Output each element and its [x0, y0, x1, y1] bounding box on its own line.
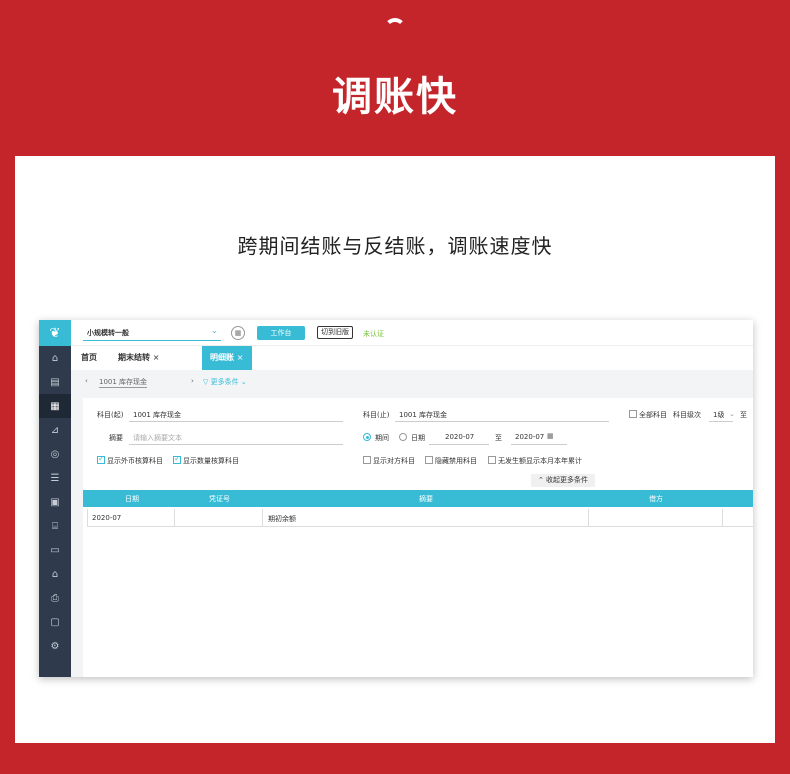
cell-divider — [262, 509, 263, 527]
field-underline — [129, 444, 343, 445]
sidebar: ❦ ⌂ ▤ ▦ ⊿ ◎ ☰ ▣ ⌸ ▭ ⌂ ⎙ ▢ ⚙ — [39, 320, 71, 677]
show-counter-checkbox[interactable] — [363, 456, 371, 464]
subject-from-label: 科目(起) — [97, 411, 124, 419]
more-filters-label: 更多条件 — [210, 378, 239, 386]
filter-panel: 科目(起) 1001 库存现金 科目(止) 1001 库存现金 全部科目 科目级… — [83, 398, 753, 677]
period-to-field[interactable]: 2020-07 — [515, 433, 544, 441]
collapse-filters-label: 收起更多条件 — [546, 476, 589, 484]
top-bar: 小规模转一般 ⌄ ▦ 工作台 切到旧版 未认证 — [71, 320, 753, 346]
period-from-field[interactable]: 2020-07 — [445, 433, 474, 441]
app-screenshot: ❦ ⌂ ▤ ▦ ⊿ ◎ ☰ ▣ ⌸ ▭ ⌂ ⎙ ▢ ⚙ 小规模转一般 ⌄ ▦ 工… — [39, 320, 753, 677]
report-icon[interactable]: ▣ — [39, 490, 71, 514]
chevron-down-icon[interactable]: ⌄ — [729, 410, 735, 418]
top-arc-ornament — [384, 18, 406, 40]
tab-period-end[interactable]: 期末结转 × — [118, 346, 160, 370]
field-underline — [395, 421, 609, 422]
tab-detail-ledger[interactable]: 明细账 × — [202, 346, 252, 370]
chevron-up-icon: ⌃ — [537, 476, 544, 484]
switch-old-version-button[interactable]: 切到旧版 — [317, 326, 353, 339]
wallet-icon[interactable]: ▭ — [39, 538, 71, 562]
voucher-icon[interactable]: ▤ — [39, 370, 71, 394]
all-subjects-checkbox[interactable] — [629, 410, 637, 418]
period-separator: 至 — [495, 434, 502, 442]
field-underline — [511, 444, 567, 445]
column-header-summary: 摘要 — [419, 495, 433, 503]
column-header-voucher: 凭证号 — [209, 495, 230, 503]
column-header-date: 日期 — [125, 495, 139, 503]
close-icon[interactable]: × — [153, 353, 160, 362]
column-header-debit: 借方 — [649, 495, 663, 503]
date-radio[interactable] — [399, 433, 407, 441]
database-icon[interactable]: ☰ — [39, 466, 71, 490]
chart-icon[interactable]: ⊿ — [39, 418, 71, 442]
calculator-icon[interactable]: ▦ — [231, 326, 245, 340]
show-foreign-checkbox[interactable] — [97, 454, 105, 464]
print-icon[interactable]: ⎙ — [39, 586, 71, 610]
tab-bar: 首页 期末结转 × 明细账 × — [71, 346, 753, 370]
tab-home[interactable]: 首页 — [81, 346, 97, 370]
uncertified-status[interactable]: 未认证 — [363, 329, 384, 339]
subject-to-field[interactable]: 1001 库存现金 — [399, 410, 447, 420]
level-label: 科目级次 — [673, 411, 701, 419]
tab-label: 明细账 — [210, 353, 234, 362]
more-filters-link[interactable]: ▽ 更多条件 ⌄ — [203, 377, 247, 387]
date-label: 日期 — [411, 434, 425, 442]
period-radio[interactable] — [363, 433, 371, 441]
level-to-label: 至 — [740, 411, 747, 419]
building-icon[interactable]: ⌂ — [39, 562, 71, 586]
hide-disabled-checkbox[interactable] — [425, 456, 433, 464]
chevron-right-icon[interactable]: › — [191, 377, 194, 385]
show-quantity-label: 显示数量核算科目 — [183, 457, 239, 465]
cell-divider — [722, 509, 723, 527]
show-foreign-label: 显示外币核算科目 — [107, 457, 163, 465]
chevron-down-icon: ⌄ — [240, 378, 247, 386]
table-header: 日期 凭证号 摘要 借方 — [83, 490, 753, 507]
chevron-left-icon[interactable]: ‹ — [85, 377, 88, 385]
summary-label: 摘要 — [109, 434, 123, 442]
field-underline — [429, 444, 489, 445]
hero-title: 调账快 — [332, 74, 458, 120]
table-row[interactable]: 2020-07 期初余额 — [87, 509, 753, 527]
cell-date: 2020-07 — [92, 514, 122, 522]
cell-summary: 期初余额 — [268, 515, 296, 523]
workbench-button[interactable]: 工作台 — [257, 326, 305, 340]
subject-to-label: 科目(止) — [363, 411, 390, 419]
breadcrumb: ‹ 1001 库存现金 › ▽ 更多条件 ⌄ — [71, 370, 753, 394]
collapse-filters-button[interactable]: ⌃ 收起更多条件 — [531, 474, 595, 487]
all-subjects-label: 全部科目 — [639, 411, 667, 419]
no-amount-label: 无发生额显示本月本年累计 — [498, 457, 582, 465]
filter-icon: ▽ — [203, 378, 209, 386]
breadcrumb-current[interactable]: 1001 库存现金 — [99, 377, 148, 388]
subject-from-field[interactable]: 1001 库存现金 — [133, 410, 181, 420]
summary-input[interactable]: 请输入摘要文本 — [133, 433, 182, 443]
hide-disabled-label: 隐藏禁用科目 — [435, 457, 477, 465]
card-subtitle: 跨期间结账与反结账，调账速度快 — [237, 234, 553, 258]
cell-divider — [588, 509, 589, 527]
store-icon[interactable]: ⌸ — [39, 514, 71, 538]
logo-icon: ❦ — [39, 320, 71, 346]
period-label: 期间 — [375, 434, 389, 442]
money-icon[interactable]: ◎ — [39, 442, 71, 466]
field-underline — [709, 421, 733, 422]
company-selector[interactable]: 小规模转一般 — [87, 328, 129, 338]
no-amount-checkbox[interactable] — [488, 456, 496, 464]
ledger-icon[interactable]: ▦ — [39, 394, 71, 418]
show-quantity-checkbox[interactable] — [173, 454, 181, 464]
show-counter-label: 显示对方科目 — [373, 457, 415, 465]
close-icon[interactable]: × — [237, 353, 244, 362]
cell-divider — [174, 509, 175, 527]
settings-icon[interactable]: ⚙ — [39, 634, 71, 658]
home-icon[interactable]: ⌂ — [39, 346, 71, 370]
tab-label: 期末结转 — [118, 353, 150, 362]
document-icon[interactable]: ▢ — [39, 610, 71, 634]
level-select[interactable]: 1级 — [713, 410, 724, 420]
field-underline — [129, 421, 343, 422]
chevron-down-icon[interactable]: ⌄ — [211, 326, 218, 335]
calendar-icon[interactable]: ▦ — [547, 432, 554, 440]
company-underline — [83, 340, 221, 341]
